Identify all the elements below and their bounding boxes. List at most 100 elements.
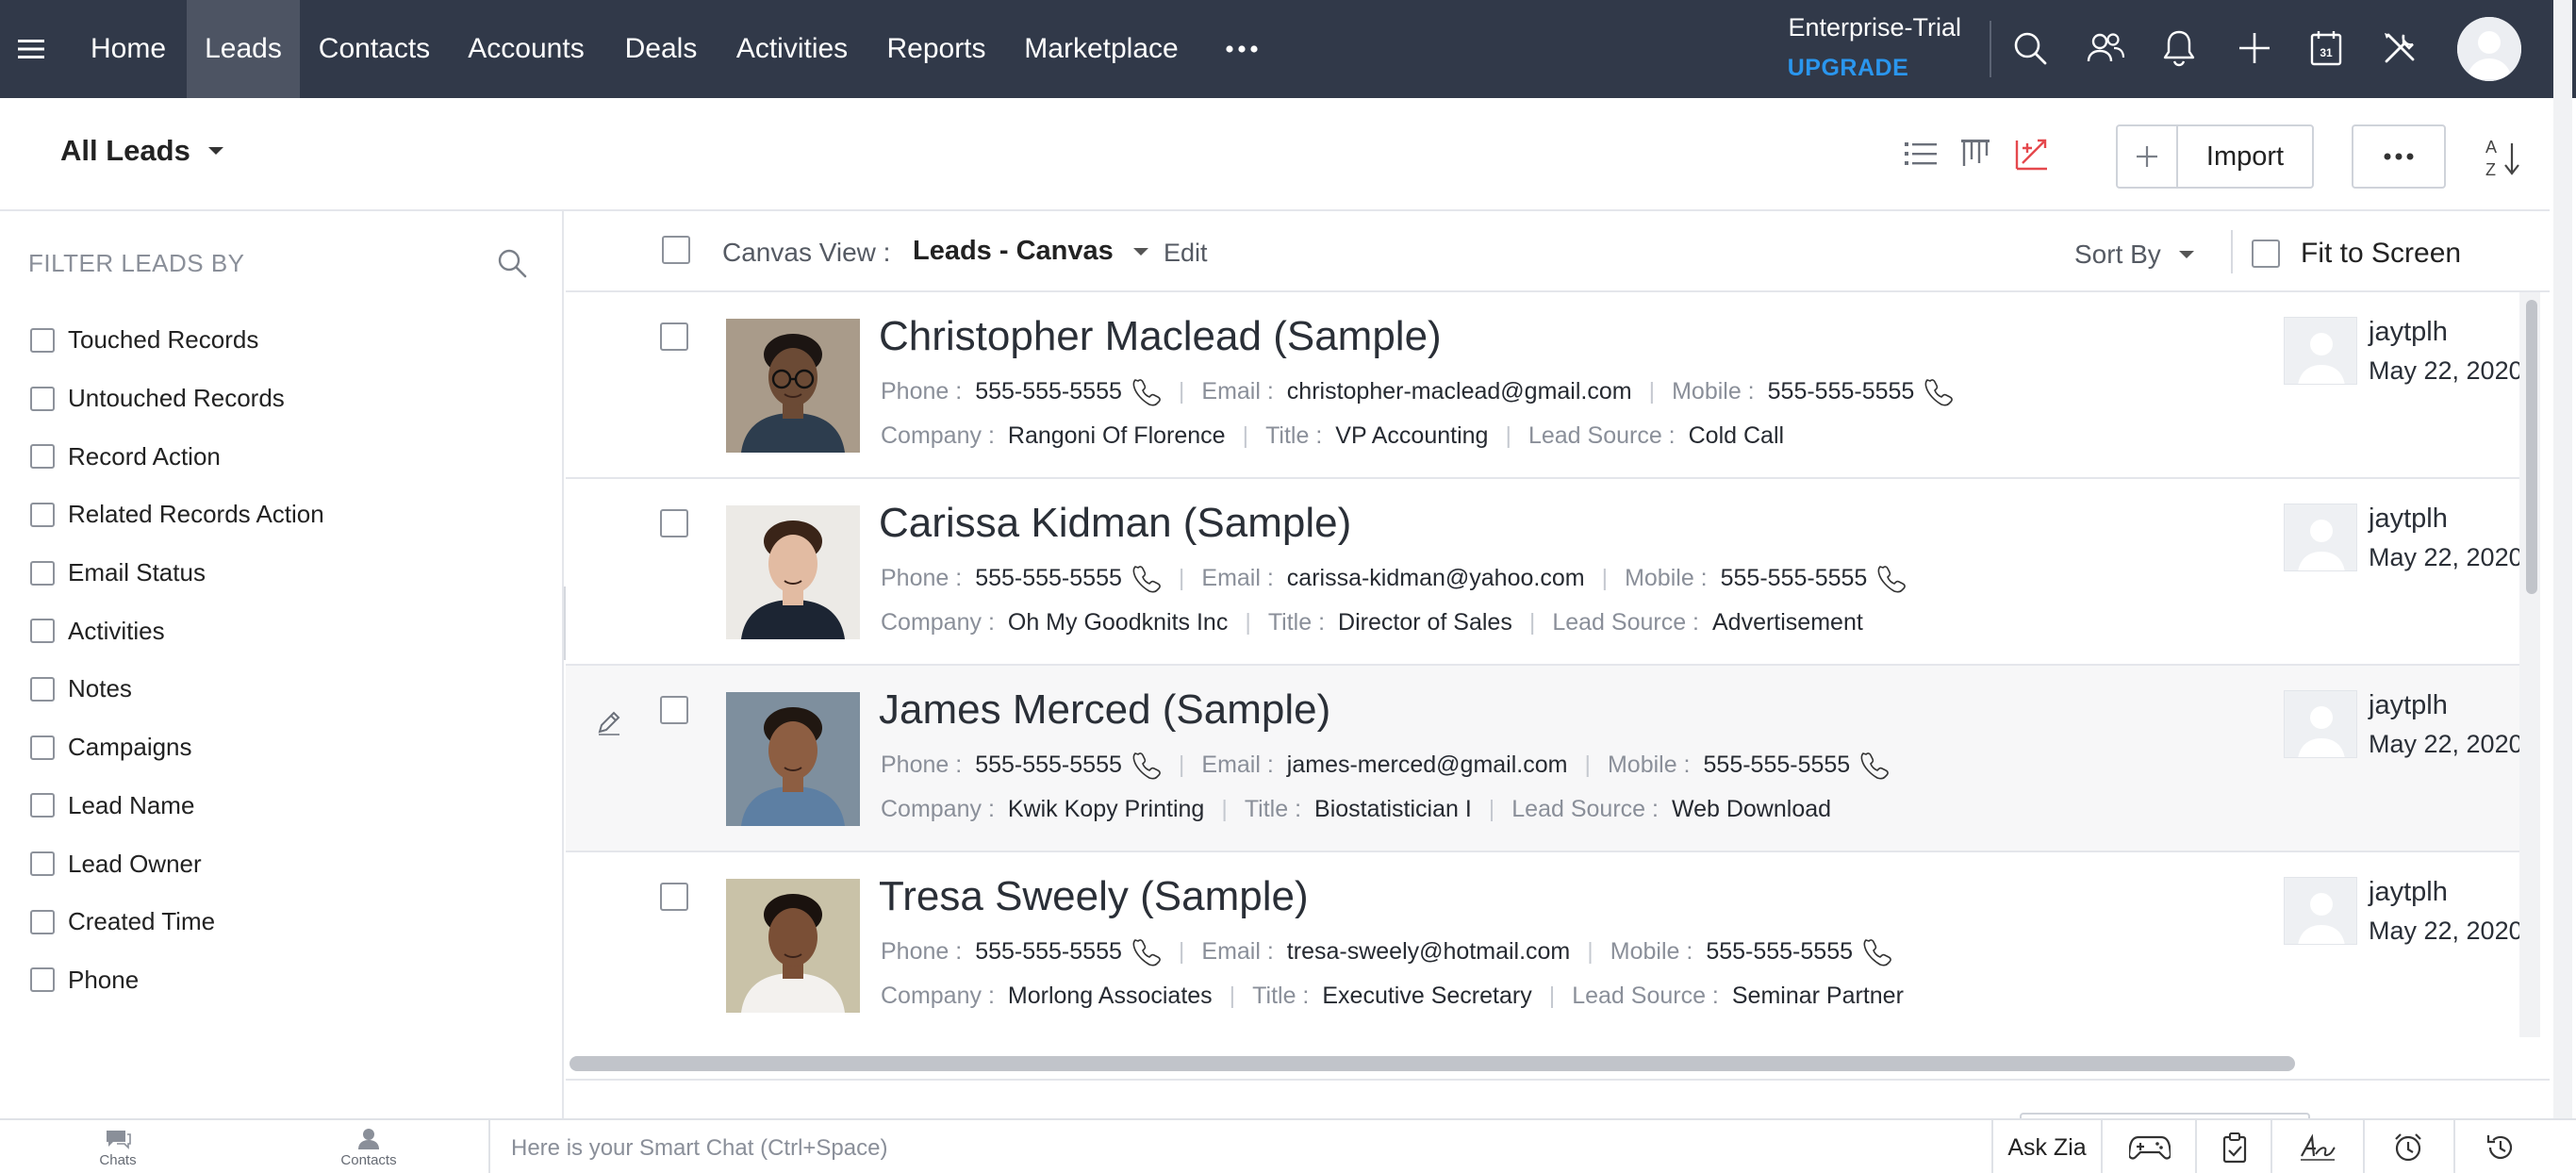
sort-by-select[interactable]: Sort By (2074, 240, 2195, 270)
filter-notes[interactable]: Notes (30, 660, 324, 719)
lead-photo[interactable] (726, 319, 860, 453)
chats-tab[interactable]: Chats (66, 1120, 170, 1173)
history-icon[interactable] (2455, 1120, 2546, 1173)
filter-checkbox[interactable] (30, 327, 55, 353)
filter-touched-records[interactable]: Touched Records (30, 311, 324, 370)
canvas-view-icon[interactable] (2010, 132, 2054, 175)
lead-photo[interactable] (726, 505, 860, 639)
owner-name[interactable]: jaytplh (2369, 317, 2448, 348)
email-value[interactable]: james-merced@gmail.com (1287, 752, 1568, 779)
phone-icon[interactable] (1130, 375, 1162, 407)
filter-checkbox[interactable] (30, 967, 55, 993)
nav-item-activities[interactable]: Activities (718, 0, 866, 98)
filter-checkbox[interactable] (30, 619, 55, 644)
plus-icon[interactable] (2231, 25, 2278, 72)
record-card[interactable]: Carissa Kidman (Sample) Phone : 555-555-55… (566, 479, 2519, 666)
filter-lead-owner[interactable]: Lead Owner (30, 834, 324, 893)
filter-checkbox[interactable] (30, 793, 55, 818)
filter-lead-name[interactable]: Lead Name (30, 777, 324, 835)
record-checkbox[interactable] (660, 883, 688, 911)
lead-name[interactable]: Tresa Sweely (Sample) (879, 873, 1309, 920)
view-selector[interactable]: All Leads (60, 134, 224, 168)
email-value[interactable]: carissa-kidman@yahoo.com (1287, 565, 1585, 592)
canvas-edit-link[interactable]: Edit (1164, 239, 1208, 268)
filter-campaigns[interactable]: Campaigns (30, 719, 324, 777)
sort-az-icon[interactable]: AZ (2482, 134, 2529, 181)
phone-value[interactable]: 555-555-5555 (975, 378, 1122, 405)
filter-untouched-records[interactable]: Untouched Records (30, 370, 324, 428)
phone-icon[interactable] (1130, 749, 1162, 781)
canvas-view-select[interactable]: Leads - Canvas (913, 236, 1149, 267)
phone-value[interactable]: 555-555-5555 (975, 938, 1122, 966)
more-actions-button[interactable] (2352, 124, 2446, 189)
nav-item-leads[interactable]: Leads (187, 0, 300, 98)
tools-icon[interactable] (2376, 25, 2423, 72)
lead-name[interactable]: James Merced (Sample) (879, 686, 1330, 734)
phone-icon[interactable] (1130, 935, 1162, 967)
lead-photo[interactable] (726, 879, 860, 1013)
filter-checkbox[interactable] (30, 444, 55, 470)
calendar-icon[interactable]: 31 (2303, 25, 2350, 72)
filter-checkbox[interactable] (30, 386, 55, 411)
lead-name[interactable]: Christopher Maclead (Sample) (879, 313, 1442, 360)
record-card[interactable]: Christopher Maclead (Sample) Phone : 555-5… (566, 292, 2519, 479)
filter-checkbox[interactable] (30, 502, 55, 527)
gamepad-icon[interactable] (2105, 1120, 2195, 1173)
lead-photo[interactable] (726, 692, 860, 826)
owner-avatar[interactable] (2284, 690, 2357, 758)
lead-name[interactable]: Carissa Kidman (Sample) (879, 500, 1351, 547)
kanban-view-icon[interactable] (1954, 132, 1997, 175)
tasks-icon[interactable] (2189, 1120, 2280, 1173)
nav-item-marketplace[interactable]: Marketplace (1007, 0, 1196, 98)
edit-pencil-icon[interactable] (594, 707, 624, 737)
record-card[interactable]: Tresa Sweely (Sample) Phone : 555-555-5555… (566, 852, 2519, 1037)
owner-name[interactable]: jaytplh (2369, 504, 2448, 535)
filter-record-action[interactable]: Record Action (30, 427, 324, 486)
horizontal-scroll-thumb[interactable] (570, 1056, 2295, 1071)
list-view-icon[interactable] (1899, 132, 1942, 175)
import-button[interactable]: Import (2178, 126, 2312, 187)
email-value[interactable]: tresa-sweely@hotmail.com (1287, 938, 1570, 966)
mobile-value[interactable]: 555-555-5555 (1721, 565, 1868, 592)
mobile-value[interactable]: 555-555-5555 (1706, 938, 1853, 966)
fit-to-screen-toggle[interactable]: Fit to Screen (2252, 238, 2461, 270)
fit-to-screen-checkbox[interactable] (2252, 240, 2280, 268)
contacts-tab[interactable]: Contacts (317, 1120, 421, 1173)
filter-checkbox[interactable] (30, 735, 55, 760)
search-icon[interactable] (496, 247, 530, 281)
ask-zia-button[interactable]: Ask Zia (1995, 1120, 2099, 1173)
upgrade-link[interactable]: UPGRADE (1773, 55, 1924, 82)
phone-icon[interactable] (1874, 562, 1907, 594)
select-all-checkbox[interactable] (662, 236, 690, 264)
filter-email-status[interactable]: Email Status (30, 544, 324, 603)
nav-item-deals[interactable]: Deals (605, 0, 717, 98)
search-icon[interactable] (2006, 25, 2054, 72)
page-scrollbar[interactable] (2553, 0, 2572, 1118)
record-checkbox[interactable] (660, 696, 688, 724)
more-horizontal-icon[interactable] (1218, 26, 1265, 72)
create-lead-button[interactable] (2118, 126, 2178, 187)
phone-value[interactable]: 555-555-5555 (975, 565, 1122, 592)
phone-value[interactable]: 555-555-5555 (975, 752, 1122, 779)
hamburger-icon[interactable] (13, 28, 49, 70)
vertical-scroll-thumb[interactable] (2526, 300, 2537, 594)
record-checkbox[interactable] (660, 509, 688, 537)
users-icon[interactable] (2082, 25, 2129, 72)
signature-icon[interactable] (2272, 1120, 2363, 1173)
mobile-value[interactable]: 555-555-5555 (1768, 378, 1915, 405)
filter-related-records-action[interactable]: Related Records Action (30, 486, 324, 544)
mobile-value[interactable]: 555-555-5555 (1704, 752, 1851, 779)
phone-icon[interactable] (1858, 749, 1890, 781)
record-checkbox[interactable] (660, 322, 688, 351)
filter-checkbox[interactable] (30, 909, 55, 934)
phone-icon[interactable] (1922, 375, 1954, 407)
owner-avatar[interactable] (2284, 317, 2357, 385)
phone-icon[interactable] (1860, 935, 1892, 967)
nav-item-home[interactable]: Home (72, 0, 185, 98)
filter-checkbox[interactable] (30, 851, 55, 877)
owner-name[interactable]: jaytplh (2369, 690, 2448, 721)
smart-chat-input[interactable]: Here is your Smart Chat (Ctrl+Space) (511, 1135, 887, 1162)
nav-item-accounts[interactable]: Accounts (449, 0, 603, 98)
filter-phone[interactable]: Phone (30, 951, 324, 1010)
filter-activities[interactable]: Activities (30, 602, 324, 660)
